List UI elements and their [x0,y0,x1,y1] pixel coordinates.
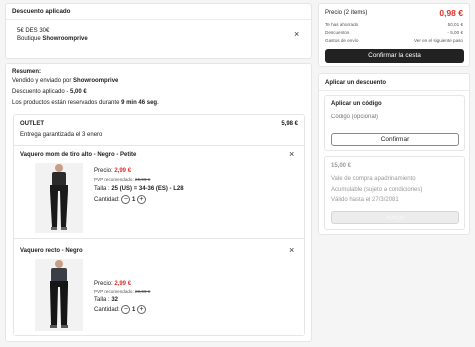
reserved-time: 9 min 46 seg [121,100,158,106]
total-price-value: 0,98 € [439,8,463,18]
cart-panel: Resumen: Vendido y enviado por Showroomp… [5,63,312,342]
remove-product-icon[interactable]: × [289,150,294,159]
code-heading: Aplicar un código [331,101,382,107]
divider [6,19,311,20]
store-name: Showroomprive [42,36,88,42]
saved-value: 50,01 € [447,22,463,27]
discount-applied-line: Descuento aplicado - 5,00 € [12,89,87,95]
store-prefix: Boutique [17,36,43,42]
pvp-value: 25,99 € [135,177,151,182]
applied-discount-panel: Descuento aplicado 5€ DES 30€ Boutique S… [5,3,312,59]
price-value: 2,99 € [114,168,132,174]
shipping-label: Gastos de envío [325,38,359,43]
product-card: Vaquero mom de tiro alto - Negro - Petit… [14,145,304,239]
discounts-label: Descuentos [325,30,350,35]
voucher-validity: Válido hasta el 27/3/2081 [331,197,399,203]
size-label: Talla : [94,297,112,303]
product-pvp: PVP recomendado: 29,99 € [94,289,150,294]
outlet-price: 5,98 € [281,121,298,127]
confirm-code-button[interactable]: Confirmar [331,133,459,146]
apply-discount-heading: Aplicar un descuento [325,80,387,86]
voucher-amount: 15,00 € [331,163,352,169]
minus-icon[interactable]: − [121,305,131,314]
discounts-value: - 5,00 € [447,30,463,35]
minus-icon[interactable]: − [121,195,131,204]
plus-icon[interactable]: + [137,305,147,314]
sold-by-name: Showroomprive [73,78,119,84]
price-value: 2,99 € [114,281,132,287]
discount-prefix: Descuento aplicado - [12,89,71,95]
size-value: 32 [111,297,119,303]
quantity-stepper: Cantidad: − 1 + [94,305,147,314]
outlet-title: OUTLET [20,121,44,127]
product-price: Precio: 2,99 € [94,168,131,174]
price-label: Precio: [94,168,115,174]
quantity-label: Cantidad: [94,197,120,204]
discount-value: 5,00 € [70,89,87,95]
quantity-value: 1 [132,197,136,204]
product-title[interactable]: Vaquero mom de tiro alto - Negro - Petit… [20,152,136,158]
confirm-cart-button[interactable]: Confirmar la cesta [325,49,464,63]
remove-product-icon[interactable]: × [289,246,294,255]
plus-icon[interactable]: + [137,195,147,204]
voucher-box: 15,00 € Vale de compra apadrinamiento Ac… [324,156,465,230]
summary-heading: Resumen: [12,69,42,75]
total-price-label: Precio (2 ítems) [325,10,368,16]
pvp-label: PVP recomendado: [94,177,136,182]
outlet-delivery: Entrega garantizada el 3 enero [20,132,103,138]
reservation-line: Los productos están reservados durante 9… [12,100,159,106]
size-label: Talla : [94,186,112,192]
voucher-title: Vale de compra apadrinamiento [331,176,416,182]
quantity-stepper: Cantidad: − 1 + [94,195,147,204]
applied-discount-heading: Descuento aplicado [12,8,71,15]
product-pvp: PVP recomendado: 25,99 € [94,177,150,182]
remove-discount-icon[interactable]: × [294,30,299,39]
divider [319,90,469,91]
applied-discount-store: Boutique Showroomprive [17,36,88,42]
reserved-prefix: Los productos están reservados durante [12,100,122,106]
product-size: Talla : 32 [94,297,118,303]
discount-code-input[interactable] [331,111,459,123]
quantity-label: Cantidad: [94,307,120,314]
applied-discount-code: 5€ DES 30€ [17,28,50,34]
pvp-label: PVP recomendado: [94,289,136,294]
product-size: Talla : 25 (US) = 34-36 (ES) - L28 [94,186,184,192]
code-box: Aplicar un código Confirmar [324,95,465,151]
product-image[interactable] [35,163,83,233]
voucher-note: Acumulable (sujeto a condiciones) [331,187,423,193]
sold-prefix: Vendido y enviado por [12,78,74,84]
apply-discount-panel: Aplicar un descuento Aplicar un código C… [318,73,470,235]
apply-voucher-button[interactable]: Aplicar [331,211,459,224]
quantity-value: 1 [132,307,136,314]
shipping-value: Ver en el siguiente paso [413,38,463,43]
saved-label: Te has ahorrado [325,22,359,27]
product-image[interactable] [35,259,83,331]
outlet-group: OUTLET 5,98 € Entrega garantizada el 3 e… [13,114,305,336]
size-value: 25 (US) = 34-36 (ES) - L28 [111,186,184,192]
price-label: Precio: [94,281,115,287]
totals-panel: Precio (2 ítems) 0,98 € Te has ahorrado … [318,3,470,67]
sold-by-line: Vendido y enviado por Showroomprive [12,78,118,84]
pvp-value: 29,99 € [135,289,151,294]
product-price: Precio: 2,99 € [94,281,131,287]
product-title[interactable]: Vaquero recto - Negro [20,248,83,254]
reserved-suffix: . [157,100,159,106]
product-card: Vaquero recto - Negro × Precio: 2,99 € P… [14,239,304,335]
